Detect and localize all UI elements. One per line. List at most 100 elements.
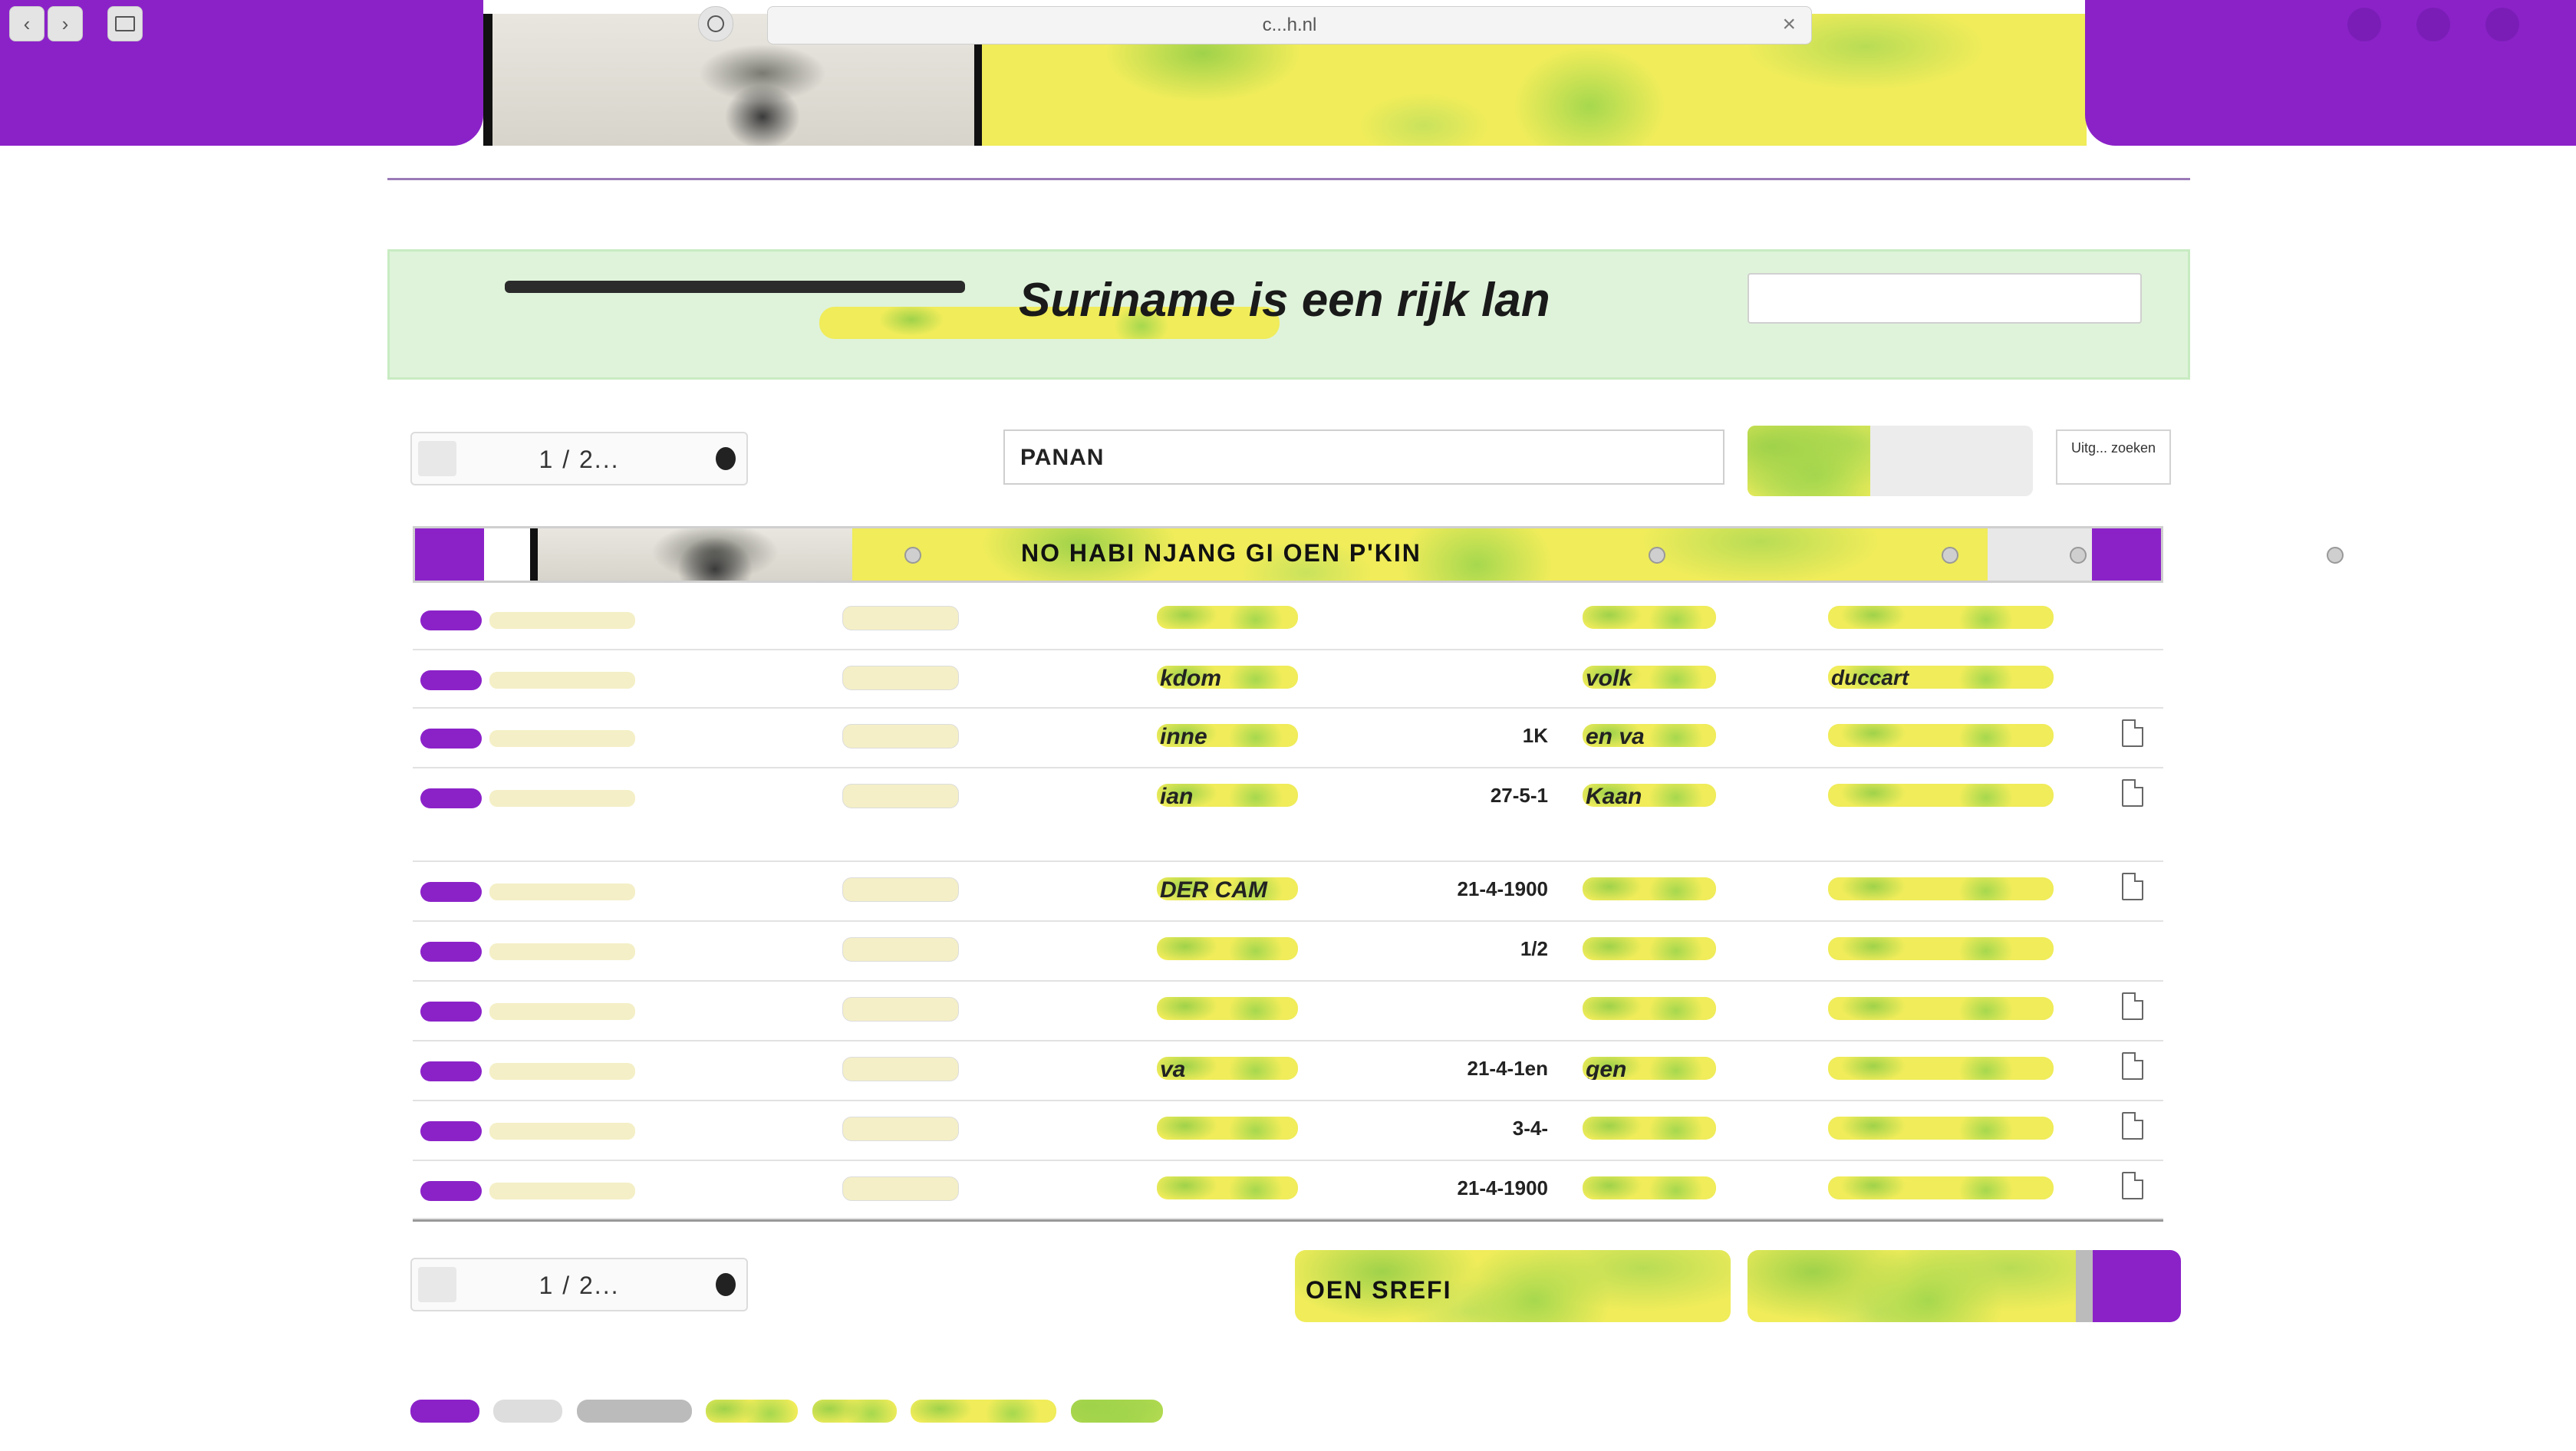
footer-piece	[706, 1400, 799, 1423]
document-icon[interactable]	[2122, 1052, 2143, 1080]
date-blob	[420, 882, 482, 903]
cell-archive	[842, 1117, 959, 1141]
table-row[interactable]: ian 27-5-1 Kaan	[413, 768, 2163, 862]
cell-title	[1157, 997, 1298, 1020]
date-rest	[489, 1063, 635, 1081]
forward-button[interactable]: ›	[48, 6, 83, 41]
search-button-fill-grey	[1870, 426, 2033, 496]
sort-handle-1[interactable]	[904, 547, 921, 564]
cell-title	[1157, 937, 1298, 960]
cell-source	[1828, 784, 2054, 807]
sort-handle-4[interactable]	[2070, 547, 2087, 564]
pager-label: 1 / 2...	[539, 446, 620, 473]
cell-subject	[1583, 877, 1716, 900]
date-rest	[489, 943, 635, 961]
sort-handle-3[interactable]	[1942, 547, 1958, 564]
footer-piece	[1070, 1400, 1163, 1423]
table-row[interactable]: kdom volk duccart	[413, 650, 2163, 709]
date-link[interactable]	[420, 1178, 635, 1202]
back-button[interactable]: ‹	[9, 6, 44, 41]
cell-date-value	[1433, 997, 1548, 1020]
date-blob	[420, 1061, 482, 1082]
table-row[interactable]	[413, 982, 2163, 1041]
header-search-input[interactable]	[1748, 273, 2142, 324]
sort-handle-5[interactable]	[2327, 547, 2344, 564]
share-icon[interactable]	[2416, 8, 2450, 41]
pager-label: 1 / 2...	[539, 1272, 620, 1299]
cell-title	[1157, 1176, 1298, 1199]
date-link[interactable]	[420, 879, 635, 903]
sort-handle-2[interactable]	[1649, 547, 1665, 564]
cell-subject: gen	[1583, 1057, 1716, 1080]
cell-subject: en va	[1583, 724, 1716, 747]
footer-collage	[410, 1400, 1174, 1433]
url-bar[interactable]: c...h.nl ×	[767, 6, 1812, 44]
date-blob	[420, 1002, 482, 1022]
cell-date-value: 1K	[1522, 724, 1548, 747]
table-header-collage-left	[415, 528, 484, 581]
search-input[interactable]: PANAN	[1003, 429, 1724, 485]
tabs-icon[interactable]	[2485, 8, 2519, 41]
cell-source	[1828, 1057, 2054, 1080]
browser-chrome: ‹ › c...h.nl ×	[0, 0, 2576, 146]
date-link[interactable]	[420, 999, 635, 1022]
send-button-label: OEN SREFI	[1306, 1276, 1452, 1304]
date-rest	[489, 790, 635, 808]
table-row[interactable]: 1/2	[413, 922, 2163, 982]
cell-subject: Kaan	[1583, 784, 1716, 807]
cell-subject	[1583, 606, 1716, 629]
send-button[interactable]: OEN SREFI	[1295, 1250, 1731, 1322]
table-header-title: NO HABI NJANG GI OEN P'KIN	[1021, 539, 1421, 567]
site-header: Suriname is een rijk lan	[387, 249, 2190, 380]
cell-subject	[1583, 1176, 1716, 1199]
cell-subject: volk	[1583, 666, 1716, 689]
account-icon[interactable]	[2347, 8, 2381, 41]
table-row[interactable]: inne 1K en va	[413, 709, 2163, 768]
document-icon[interactable]	[2122, 1172, 2143, 1199]
table-header: NO HABI NJANG GI OEN P'KIN	[413, 526, 2344, 583]
date-link[interactable]	[420, 1118, 635, 1142]
document-icon[interactable]	[2122, 873, 2143, 900]
close-icon[interactable]: ×	[1782, 12, 1796, 38]
cell-date-value: 1/2	[1520, 937, 1548, 960]
date-rest	[489, 1123, 635, 1140]
date-link[interactable]	[420, 785, 635, 809]
table-row[interactable]: va 21-4-1en gen	[413, 1041, 2163, 1101]
document-icon[interactable]	[2122, 992, 2143, 1020]
table-header-photo	[530, 528, 868, 581]
cell-title: kdom	[1157, 666, 1298, 689]
footer-piece	[410, 1400, 479, 1423]
reader-button[interactable]	[698, 6, 733, 41]
secondary-button-fill	[1748, 1250, 2076, 1322]
document-icon[interactable]	[2122, 779, 2143, 807]
document-icon[interactable]	[2122, 1112, 2143, 1140]
cell-archive	[842, 666, 959, 690]
cell-title	[1157, 606, 1298, 629]
pager-next-button[interactable]	[716, 1273, 736, 1296]
sidebar-toggle-button[interactable]	[107, 6, 143, 41]
date-link[interactable]	[420, 667, 635, 691]
date-blob	[420, 729, 482, 749]
date-link[interactable]	[420, 726, 635, 749]
table-row[interactable]: 21-4-1900	[413, 1161, 2163, 1219]
cell-source: duccart	[1828, 666, 2054, 689]
pager-next-button[interactable]	[716, 447, 736, 470]
table-row[interactable]: 3-4-	[413, 1101, 2163, 1161]
site-title: Suriname is een rijk lan	[1019, 274, 1550, 327]
document-icon[interactable]	[2122, 719, 2143, 747]
cell-archive	[842, 606, 959, 630]
search-button[interactable]	[1748, 426, 2033, 496]
cell-date-value	[1433, 606, 1548, 629]
date-link[interactable]	[420, 939, 635, 962]
date-rest	[489, 883, 635, 901]
secondary-button[interactable]	[1748, 1250, 2181, 1322]
date-blob	[420, 1181, 482, 1202]
date-blob	[420, 610, 482, 631]
date-link[interactable]	[420, 1058, 635, 1082]
cell-source	[1828, 606, 2054, 629]
header-rule	[387, 178, 2190, 180]
table-row[interactable]	[413, 591, 2163, 650]
advanced-search-button[interactable]: Uitg... zoeken	[2056, 429, 2171, 485]
table-row[interactable]: DER CAM 21-4-1900	[413, 862, 2163, 922]
date-link[interactable]	[420, 607, 635, 631]
